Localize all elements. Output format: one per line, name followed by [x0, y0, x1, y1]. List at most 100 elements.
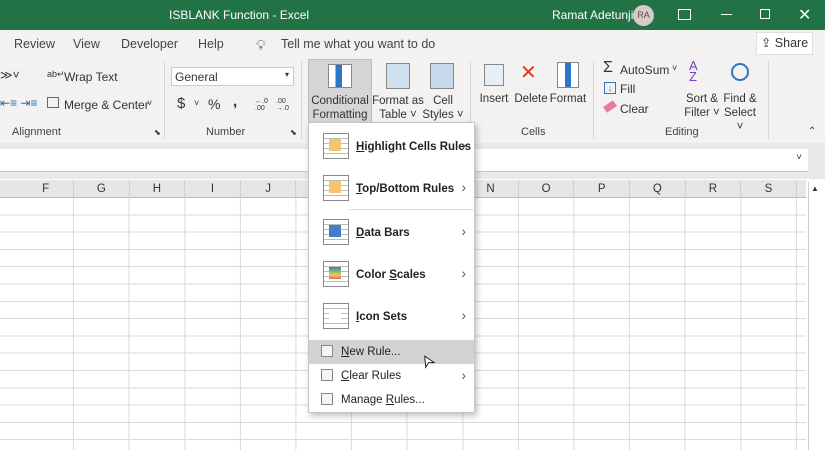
menu-item-clear-rules[interactable]: Clear Rules › [309, 364, 474, 388]
format-button[interactable]: Format [549, 92, 587, 106]
window-title: ISBLANK Function - Excel [169, 8, 309, 22]
title-bar: ISBLANK Function - Excel Ramat Adetunji … [0, 0, 825, 30]
restore-icon[interactable] [760, 9, 770, 19]
sigma-icon: Σ [603, 59, 613, 77]
orientation-icon[interactable]: ≫˅ [0, 68, 20, 82]
comma-button[interactable]: , [233, 93, 237, 110]
collapse-ribbon-icon[interactable]: ⌃ [808, 126, 816, 137]
data-bars-icon [323, 219, 349, 245]
menu-item-label: Clear Rules [341, 370, 401, 382]
menu-item-data-bars[interactable]: Data Bars› [309, 213, 474, 253]
increase-decimal-button[interactable]: ←.0 .00 [255, 98, 271, 112]
indent-icons[interactable]: ⇤≡ ⇥≡ [0, 96, 37, 110]
share-label: Share [775, 36, 808, 50]
share-button[interactable]: ⇪ Share [756, 32, 813, 55]
column-header[interactable]: R [686, 180, 742, 198]
format-as-table-button[interactable]: Format as [372, 94, 424, 108]
eraser-icon [603, 100, 617, 113]
cell-styles-button[interactable]: Cell [418, 94, 468, 108]
menu-item-top-bottom-rules[interactable]: Top/Bottom Rules› [309, 169, 474, 209]
insert-button[interactable]: Insert [476, 92, 512, 106]
menu-item-label: Highlight Cells Rules [356, 141, 471, 153]
share-icon: ⇪ [761, 36, 775, 50]
number-format-value: General [175, 70, 218, 84]
lightbulb-icon: 💡︎ [256, 37, 266, 54]
close-icon[interactable]: ✕ [798, 5, 811, 25]
chevron-down-icon[interactable]: ˅ [672, 63, 677, 73]
find-icon [731, 63, 749, 81]
highlight-cells-rules-icon [323, 133, 349, 159]
expand-formula-bar-icon[interactable]: ˅ [796, 152, 802, 163]
menu-item-label: Icon Sets [356, 311, 407, 323]
column-header[interactable]: Q [630, 180, 686, 198]
menu-item-label: Color Scales [356, 269, 426, 281]
column-header[interactable]: H [130, 180, 186, 198]
tab-help[interactable]: Help [198, 37, 224, 51]
label: Conditional [309, 94, 371, 108]
user-name[interactable]: Ramat Adetunji [552, 8, 633, 22]
submenu-arrow-icon: › [461, 307, 466, 323]
dialog-launcher-icon[interactable]: ⬊ [154, 128, 161, 137]
cell-styles-icon [430, 63, 454, 89]
format-icon [557, 62, 579, 88]
menu-item-color-scales[interactable]: Color Scales › [309, 255, 474, 295]
avatar[interactable]: RA [633, 5, 654, 26]
chevron-down-icon[interactable]: ˅ [194, 98, 199, 108]
tab-review[interactable]: Review [14, 37, 55, 51]
new-rule-icon [321, 345, 333, 357]
column-header[interactable]: I [185, 180, 241, 198]
clear-button[interactable]: Clear [620, 102, 649, 116]
icon-sets-icon [323, 303, 349, 329]
menu-item-label: Manage Rules... [341, 394, 425, 406]
chevron-down-icon[interactable]: ˅ [147, 98, 152, 108]
number-format-select[interactable]: General▾ [171, 67, 294, 86]
label: Filter ˅ [683, 106, 721, 120]
menu-item-icon-sets[interactable]: Icon Sets › [309, 297, 474, 337]
submenu-arrow-icon: › [461, 265, 466, 281]
column-header[interactable]: F [18, 180, 74, 198]
ribbon-display-icon[interactable] [678, 9, 691, 20]
submenu-arrow-icon: › [461, 367, 466, 383]
menu-item-new-rule[interactable]: New Rule... [309, 340, 474, 364]
menu-item-highlight-cells-rules[interactable]: Highlight Cells Rules› [309, 127, 474, 167]
decrease-decimal-button[interactable]: .00 →.0 [276, 98, 292, 112]
clear-rules-icon [321, 369, 333, 381]
submenu-arrow-icon: › [461, 179, 466, 195]
group-number: Number [206, 126, 245, 138]
column-header[interactable]: O [519, 180, 575, 198]
manage-rules-icon [321, 393, 333, 405]
format-as-table-icon [386, 63, 410, 89]
fill-button[interactable]: Fill [620, 82, 635, 96]
tell-me-search[interactable]: Tell me what you want to do [281, 37, 435, 51]
scroll-up-icon[interactable]: ▲ [811, 184, 819, 193]
column-header[interactable]: P [574, 180, 630, 198]
autosum-button[interactable]: AutoSum [620, 63, 669, 77]
group-editing: Editing [665, 126, 699, 138]
dialog-launcher-icon[interactable]: ⬊ [290, 128, 297, 137]
column-header[interactable]: J [241, 180, 297, 198]
find-select-button[interactable]: Find & [720, 92, 760, 106]
fill-icon: ↓ [604, 82, 616, 94]
submenu-arrow-icon: › [461, 137, 466, 153]
column-header[interactable]: G [74, 180, 130, 198]
tab-developer[interactable]: Developer [121, 37, 178, 51]
menu-item-manage-rules[interactable]: Manage Rules... [309, 388, 474, 412]
currency-button[interactable]: $ [177, 95, 185, 112]
sort-filter-button[interactable]: Sort & [683, 92, 721, 106]
delete-icon: ✕ [520, 60, 537, 85]
insert-icon [484, 64, 504, 86]
conditional-formatting-menu: Highlight Cells Rules›Top/Bottom Rules›D… [308, 122, 475, 413]
top-bottom-rules-icon [323, 175, 349, 201]
group-cells: Cells [521, 126, 545, 138]
wrap-text-icon: ab↵ [47, 69, 65, 80]
vertical-scrollbar[interactable]: ▲ [808, 182, 822, 450]
column-header[interactable]: S [741, 180, 797, 198]
delete-button[interactable]: Delete [514, 92, 548, 106]
conditional-formatting-icon [328, 64, 352, 88]
wrap-text-button[interactable]: Wrap Text [64, 70, 118, 84]
minimize-icon[interactable] [721, 14, 732, 15]
tab-view[interactable]: View [73, 37, 100, 51]
label: Select ˅ [720, 106, 760, 134]
percent-button[interactable]: % [208, 96, 220, 112]
merge-center-button[interactable]: Merge & Center [64, 98, 149, 112]
